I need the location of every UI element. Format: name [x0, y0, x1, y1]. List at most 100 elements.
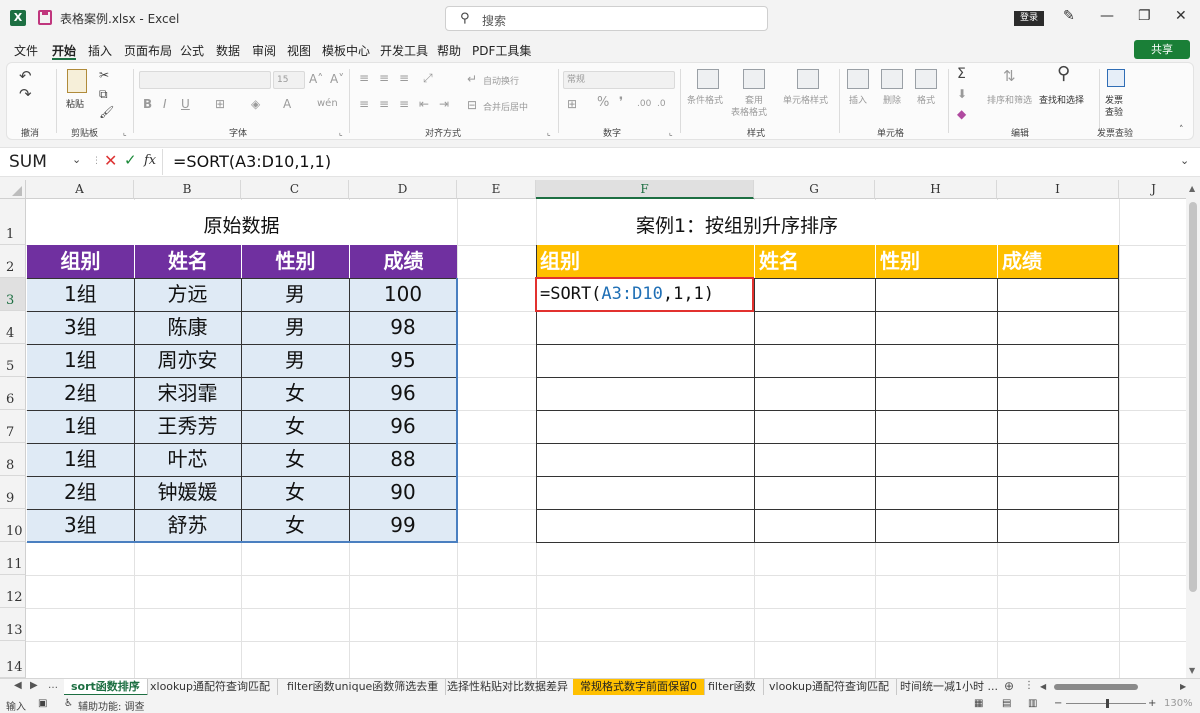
cell-d5[interactable]: 95: [349, 344, 457, 377]
cell-c7[interactable]: 女: [241, 410, 349, 443]
cell-styles-label[interactable]: 单元格样式: [783, 93, 828, 106]
row-header-1[interactable]: 1: [0, 199, 26, 245]
increase-font-icon[interactable]: A˄: [309, 72, 323, 86]
more-sheets-icon[interactable]: …: [48, 680, 58, 691]
minimize-icon[interactable]: —: [1100, 8, 1114, 24]
sheet-tab-filter-unique[interactable]: filter函数unique函数筛选去重: [280, 679, 447, 696]
hscroll-left-icon[interactable]: ◀: [1040, 682, 1046, 691]
align-top-icon[interactable]: ≡: [359, 71, 369, 85]
normal-view-icon[interactable]: ▦: [974, 698, 983, 709]
accounting-format-icon[interactable]: ⊞: [567, 97, 577, 111]
decrease-font-icon[interactable]: A˅: [330, 72, 344, 86]
alignment-launcher-icon[interactable]: ⌞: [547, 128, 551, 137]
conditional-format-label[interactable]: 条件格式: [687, 93, 723, 106]
left-header-gender[interactable]: 性别: [241, 245, 349, 278]
cell-a6[interactable]: 2组: [27, 377, 134, 410]
copy-icon[interactable]: ⧉: [99, 87, 108, 101]
orientation-icon[interactable]: ⤢: [423, 71, 433, 85]
column-header-g[interactable]: G: [754, 180, 875, 199]
expand-formula-icon[interactable]: ⌄: [1180, 154, 1189, 167]
invoice-label-2[interactable]: 查验: [1105, 105, 1123, 118]
page-layout-view-icon[interactable]: ▤: [1002, 698, 1011, 709]
insert-cells-icon[interactable]: [847, 69, 869, 89]
row-header-12[interactable]: 12: [0, 575, 26, 608]
hscroll-right-icon[interactable]: ▶: [1180, 682, 1186, 691]
row-header-14[interactable]: 14: [0, 641, 26, 678]
cell-d8[interactable]: 88: [349, 443, 457, 476]
comma-style-icon[interactable]: ❜: [619, 96, 623, 110]
left-header-group[interactable]: 组别: [27, 245, 134, 278]
close-icon[interactable]: ✕: [1175, 8, 1187, 24]
share-button[interactable]: 共享: [1134, 40, 1190, 59]
cell-b3[interactable]: 方远: [134, 278, 241, 311]
cell-a8[interactable]: 1组: [27, 443, 134, 476]
left-header-name[interactable]: 姓名: [134, 245, 241, 278]
fill-color-icon[interactable]: ◈: [251, 97, 260, 111]
accessibility-status[interactable]: 辅助功能: 调查: [78, 698, 145, 713]
tab-insert[interactable]: 插入: [88, 42, 112, 59]
prev-sheet-icon[interactable]: ◀: [14, 680, 22, 691]
row-header-6[interactable]: 6: [0, 377, 26, 410]
zoom-slider-thumb[interactable]: [1106, 699, 1109, 708]
sheet-tab-xlookup[interactable]: xlookup通配符查询匹配: [143, 679, 279, 696]
merge-center-icon[interactable]: ⊟: [467, 98, 477, 112]
wrap-text-label[interactable]: 自动换行: [483, 74, 519, 87]
macro-record-icon[interactable]: ▣: [38, 698, 47, 709]
sheet-options-icon[interactable]: ⋮: [1024, 680, 1034, 691]
tab-page-layout[interactable]: 页面布局: [124, 42, 172, 59]
delete-cells-icon[interactable]: [881, 69, 903, 89]
phonetic-icon[interactable]: wén: [317, 97, 338, 111]
clear-icon[interactable]: ◆: [957, 107, 966, 121]
active-cell-f3[interactable]: =SORT(A3:D10,1,1): [535, 277, 754, 312]
row-header-4[interactable]: 4: [0, 311, 26, 344]
scroll-down-icon[interactable]: ▼: [1189, 666, 1195, 675]
row-header-8[interactable]: 8: [0, 443, 26, 476]
formula-input[interactable]: =SORT(A3:D10,1,1): [162, 149, 1172, 175]
name-box-chevron-down-icon[interactable]: ⌄: [72, 153, 81, 166]
border-icon[interactable]: ⊞: [215, 97, 225, 111]
cell-c6[interactable]: 女: [241, 377, 349, 410]
sort-filter-icon[interactable]: ⇅: [1003, 69, 1016, 84]
italic-icon[interactable]: I: [163, 97, 167, 111]
cell-d7[interactable]: 96: [349, 410, 457, 443]
tab-home[interactable]: 开始: [52, 42, 77, 60]
cell-a10[interactable]: 3组: [27, 509, 134, 542]
increase-indent-icon[interactable]: ⇥: [439, 97, 449, 111]
cell-a5[interactable]: 1组: [27, 344, 134, 377]
row-header-7[interactable]: 7: [0, 410, 26, 443]
cell-d3[interactable]: 100: [349, 278, 457, 311]
insert-cells-label[interactable]: 插入: [849, 93, 867, 106]
conditional-format-icon[interactable]: [697, 69, 719, 89]
decrease-indent-icon[interactable]: ⇤: [419, 97, 429, 111]
tab-help[interactable]: 帮助: [437, 42, 461, 59]
font-launcher-icon[interactable]: ⌞: [339, 128, 343, 137]
column-header-e[interactable]: E: [457, 180, 536, 199]
cancel-icon[interactable]: ✕: [104, 151, 117, 170]
cell-a4[interactable]: 3组: [27, 311, 134, 344]
font-color-icon[interactable]: A: [283, 97, 291, 111]
sheet-tab-keep-zero[interactable]: 常规格式数字前面保留0: [573, 679, 705, 696]
sheet-tab-vlookup[interactable]: vlookup通配符查询匹配: [762, 679, 898, 696]
format-cells-label[interactable]: 格式: [917, 93, 935, 106]
spreadsheet-grid[interactable]: A B C D E F G H I J 1 2 3 4 5 6 7 8 9 10…: [0, 180, 1186, 678]
scroll-up-icon[interactable]: ▲: [1189, 184, 1195, 193]
undo-icon[interactable]: ↶: [19, 69, 32, 84]
zoom-level[interactable]: 130%: [1164, 698, 1193, 709]
right-header-name[interactable]: 姓名: [754, 245, 875, 278]
drag-handle-icon[interactable]: ⋮: [92, 156, 101, 166]
next-sheet-icon[interactable]: ▶: [30, 680, 38, 691]
cell-b6[interactable]: 宋羽霏: [134, 377, 241, 410]
tab-data[interactable]: 数据: [216, 42, 240, 59]
column-header-j[interactable]: J: [1119, 180, 1186, 199]
font-name-dropdown[interactable]: [139, 71, 271, 89]
cell-styles-icon[interactable]: [797, 69, 819, 89]
autosum-icon[interactable]: Σ: [957, 67, 966, 81]
clipboard-launcher-icon[interactable]: ⌞: [123, 128, 127, 137]
paste-label[interactable]: 粘贴: [66, 97, 84, 110]
delete-cells-label[interactable]: 删除: [883, 93, 901, 106]
align-center-icon[interactable]: ≡: [379, 97, 389, 111]
cell-a3[interactable]: 1组: [27, 278, 134, 311]
sheet-tab-time[interactable]: 时间统一减1小时 ...: [893, 679, 1005, 696]
row-header-3[interactable]: 3: [0, 278, 26, 311]
column-header-i[interactable]: I: [997, 180, 1119, 199]
